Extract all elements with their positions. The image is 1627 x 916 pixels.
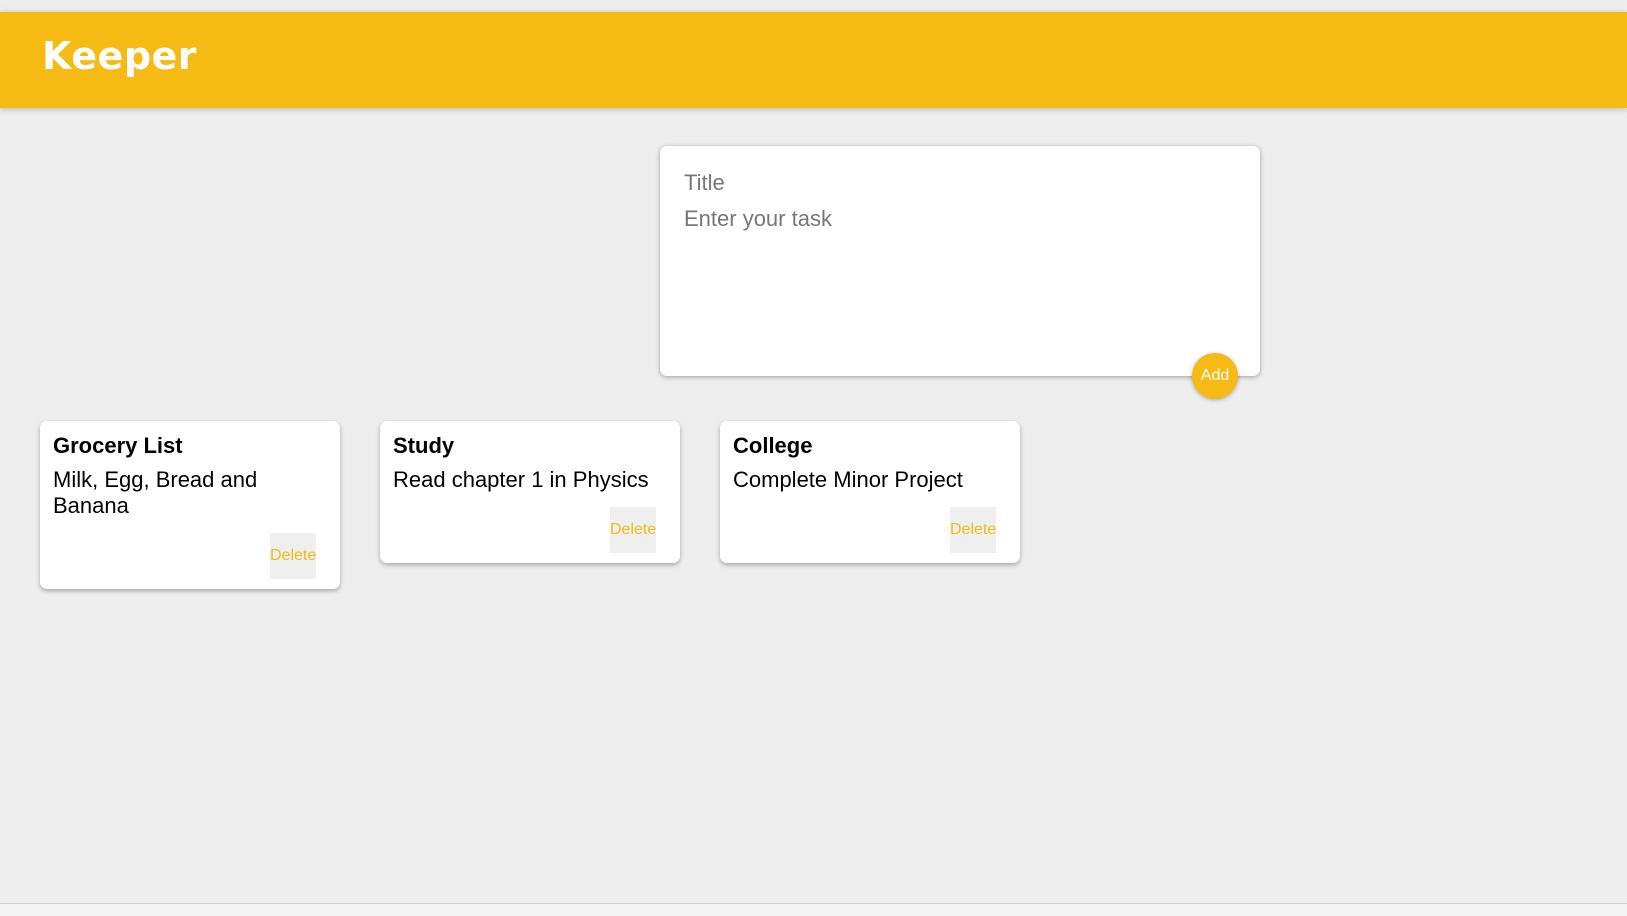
add-note-button[interactable]: Add (1192, 353, 1238, 399)
app-header: Keeper (0, 12, 1627, 108)
note-card: Study Read chapter 1 in Physics Delete (380, 421, 680, 563)
note-title: Study (393, 433, 455, 458)
note-content-input[interactable] (684, 206, 1234, 346)
note-title-input[interactable] (684, 168, 1234, 198)
note-content: Milk, Egg, Bread and Banana (53, 467, 258, 518)
note-card: Grocery List Milk, Egg, Bread and Banana… (40, 421, 340, 589)
delete-note-button[interactable]: Delete (610, 507, 656, 553)
create-note-form (660, 146, 1260, 376)
app-title: Keeper (42, 34, 198, 78)
note-content: Complete Minor Project (733, 467, 963, 492)
delete-note-button[interactable]: Delete (270, 533, 316, 579)
top-strip (0, 0, 1627, 12)
note-content: Read chapter 1 in Physics (393, 467, 649, 492)
taskbar (0, 903, 1627, 916)
delete-note-button[interactable]: Delete (950, 507, 996, 553)
note-title: College (733, 433, 813, 458)
note-card: College Complete Minor Project Delete (720, 421, 1020, 563)
note-title: Grocery List (53, 433, 183, 458)
